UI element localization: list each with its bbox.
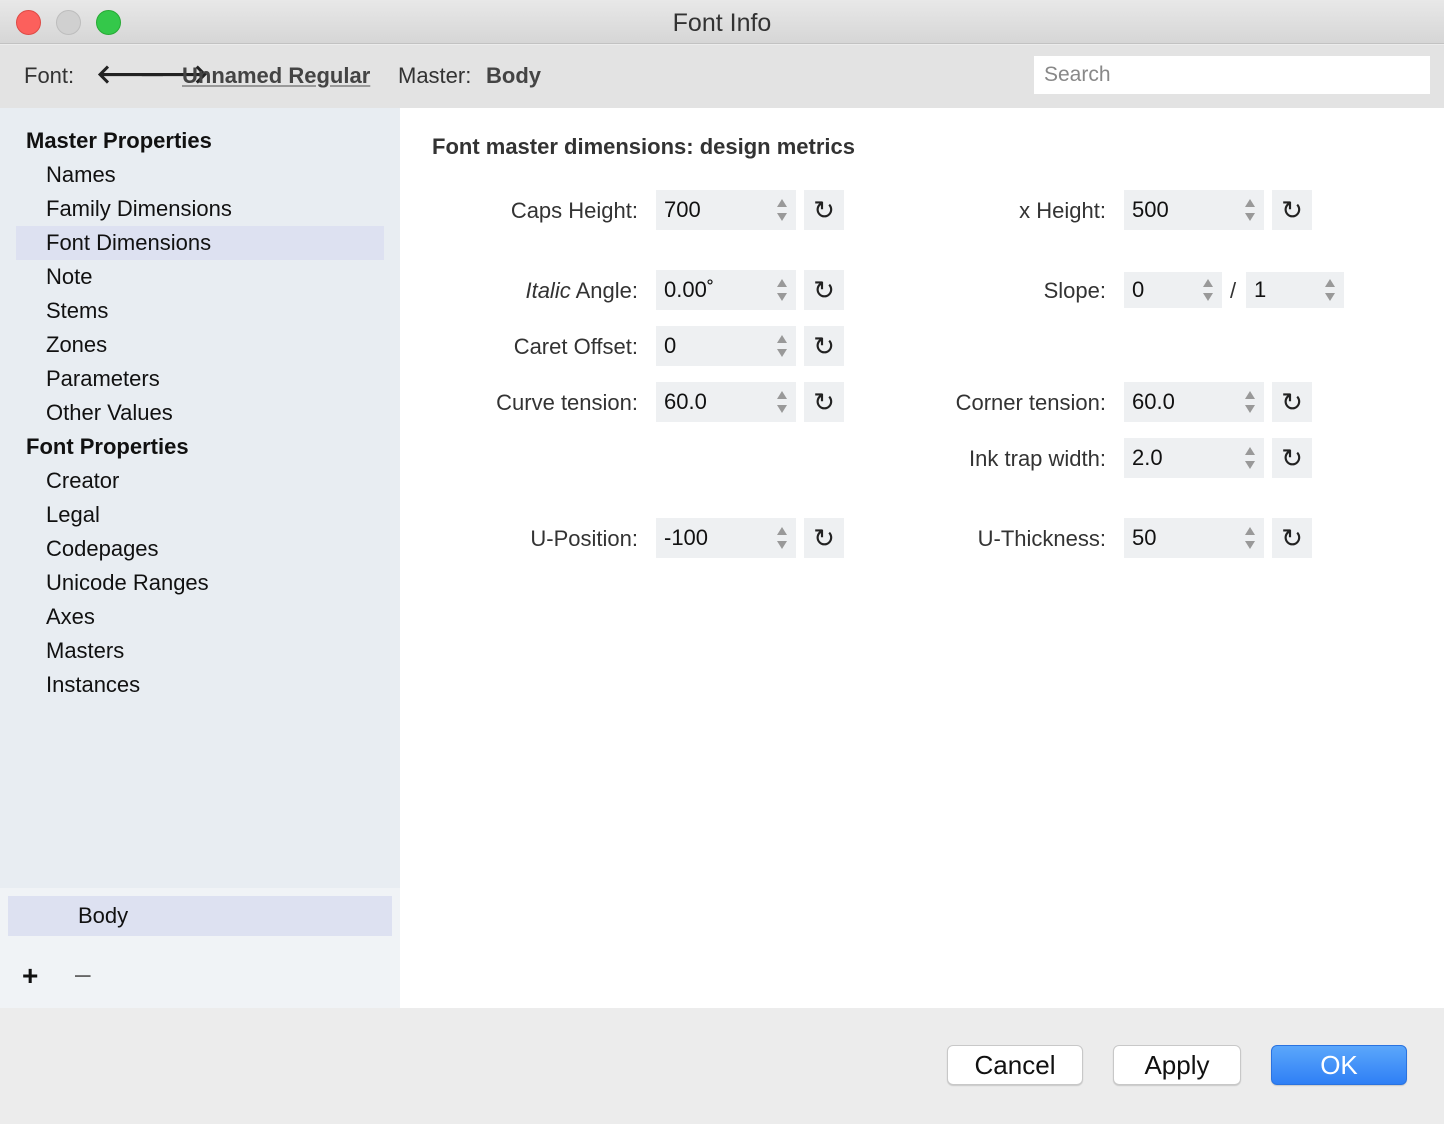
curve-tension-reset-icon[interactable]: ↻ [804, 382, 844, 422]
curve-tension-value: 60.0 [664, 389, 707, 414]
title-bar: Font Info [0, 0, 1444, 44]
ink-trap-width-label: Ink trap width: [969, 446, 1106, 471]
curve-tension-label: Curve tension: [496, 390, 638, 415]
caret-offset-field[interactable]: 0 [656, 326, 796, 366]
slope-denominator-stepper[interactable] [1324, 278, 1336, 302]
ok-button[interactable]: OK [1271, 1045, 1407, 1085]
sidebar-item-note[interactable]: Note [16, 260, 384, 294]
ink-trap-width-stepper[interactable] [1244, 446, 1256, 470]
u-thickness-reset-icon[interactable]: ↻ [1272, 518, 1312, 558]
window-title: Font Info [672, 9, 772, 37]
corner-tension-stepper[interactable] [1244, 390, 1256, 414]
font-name-link[interactable]: Unnamed Regular [182, 63, 370, 89]
sidebar-item-instances[interactable]: Instances [16, 668, 384, 702]
caret-offset-reset-icon[interactable]: ↻ [804, 326, 844, 366]
x-height-stepper[interactable] [1244, 198, 1256, 222]
u-thickness-label: U-Thickness: [977, 526, 1106, 551]
add-master-button[interactable]: + [22, 960, 38, 992]
font-label: Font: [24, 63, 75, 88]
x-height-field[interactable]: 500 [1124, 190, 1264, 230]
slope-numerator-stepper[interactable] [1202, 278, 1214, 302]
italic-angle-stepper[interactable] [776, 278, 788, 302]
sidebar-header-font-properties: Font Properties [26, 434, 189, 459]
sidebar-item-masters[interactable]: Masters [16, 634, 384, 668]
sidebar-item-legal[interactable]: Legal [16, 498, 384, 532]
u-thickness-field[interactable]: 50 [1124, 518, 1264, 558]
cancel-button[interactable]: Cancel [947, 1045, 1083, 1085]
master-name[interactable]: Body [486, 63, 541, 89]
master-label: Master: [398, 63, 472, 88]
sidebar-item-axes[interactable]: Axes [16, 600, 384, 634]
u-position-label: U-Position: [530, 526, 638, 551]
slope-numerator-value: 0 [1132, 277, 1145, 302]
ink-trap-width-reset-icon[interactable]: ↻ [1272, 438, 1312, 478]
italic-angle-label-rest: Angle: [570, 278, 638, 303]
sidebar-item-codepages[interactable]: Codepages [16, 532, 384, 566]
ink-trap-width-field[interactable]: 2.0 [1124, 438, 1264, 478]
sidebar-item-stems[interactable]: Stems [16, 294, 384, 328]
italic-angle-label-italic: Italic [525, 278, 571, 303]
content-panel: Font master dimensions: design metrics C… [400, 108, 1444, 1008]
caps-height-reset-icon[interactable]: ↻ [804, 190, 844, 230]
caps-height-field[interactable]: 700 [656, 190, 796, 230]
caret-offset-stepper[interactable] [776, 334, 788, 358]
sidebar-item-unicode-ranges[interactable]: Unicode Ranges [16, 566, 384, 600]
search-input[interactable] [1034, 56, 1430, 94]
remove-master-button[interactable]: – [75, 958, 91, 990]
u-position-value: -100 [664, 525, 709, 550]
x-height-label: x Height: [1019, 198, 1106, 223]
corner-tension-label: Corner tension: [955, 390, 1106, 415]
u-position-reset-icon[interactable]: ↻ [804, 518, 844, 558]
ink-trap-width-value: 2.0 [1132, 445, 1163, 470]
toolbar: Font: 🡐 🡒 Unnamed Regular Master: Body [0, 45, 1444, 108]
section-title: Font master dimensions: design metrics [432, 134, 855, 159]
caret-offset-value: 0 [664, 333, 677, 358]
sidebar-item-zones[interactable]: Zones [16, 328, 384, 362]
sidebar-item-other-values[interactable]: Other Values [16, 396, 384, 430]
master-list-item-body[interactable]: Body [8, 896, 392, 936]
caps-height-label: Caps Height: [510, 198, 638, 223]
corner-tension-reset-icon[interactable]: ↻ [1272, 382, 1312, 422]
slope-denominator-value: 1 [1254, 277, 1267, 302]
u-thickness-stepper[interactable] [1244, 526, 1256, 550]
slope-numerator-field[interactable]: 0 [1124, 272, 1222, 308]
caret-offset-label: Caret Offset: [513, 334, 638, 359]
italic-angle-label: Italic Angle: [525, 278, 638, 304]
footer: Cancel Apply OK [0, 1008, 1444, 1124]
sidebar-item-names[interactable]: Names [16, 158, 384, 192]
curve-tension-stepper[interactable] [776, 390, 788, 414]
u-position-stepper[interactable] [776, 526, 788, 550]
sidebar-header-master-properties: Master Properties [26, 128, 212, 153]
slope-label: Slope: [1043, 278, 1106, 303]
u-position-field[interactable]: -100 [656, 518, 796, 558]
italic-angle-reset-icon[interactable]: ↻ [804, 270, 844, 310]
sidebar-item-creator[interactable]: Creator [16, 464, 384, 498]
sidebar-item-font-dimensions[interactable]: Font Dimensions [16, 226, 384, 260]
caps-height-value: 700 [664, 197, 701, 222]
curve-tension-field[interactable]: 60.0 [656, 382, 796, 422]
italic-angle-value: 0.00˚ [664, 277, 715, 302]
corner-tension-field[interactable]: 60.0 [1124, 382, 1264, 422]
sidebar-item-family-dimensions[interactable]: Family Dimensions [16, 192, 384, 226]
slope-separator: / [1230, 278, 1237, 303]
corner-tension-value: 60.0 [1132, 389, 1175, 414]
italic-angle-field[interactable]: 0.00˚ [656, 270, 796, 310]
x-height-reset-icon[interactable]: ↻ [1272, 190, 1312, 230]
sidebar-item-parameters[interactable]: Parameters [16, 362, 384, 396]
masters-list: Body + – [0, 888, 400, 1008]
sidebar: Master Properties Names Family Dimension… [0, 108, 400, 1008]
u-thickness-value: 50 [1132, 525, 1157, 550]
slope-denominator-field[interactable]: 1 [1246, 272, 1344, 308]
x-height-value: 500 [1132, 197, 1169, 222]
caps-height-stepper[interactable] [776, 198, 788, 222]
apply-button[interactable]: Apply [1113, 1045, 1241, 1085]
